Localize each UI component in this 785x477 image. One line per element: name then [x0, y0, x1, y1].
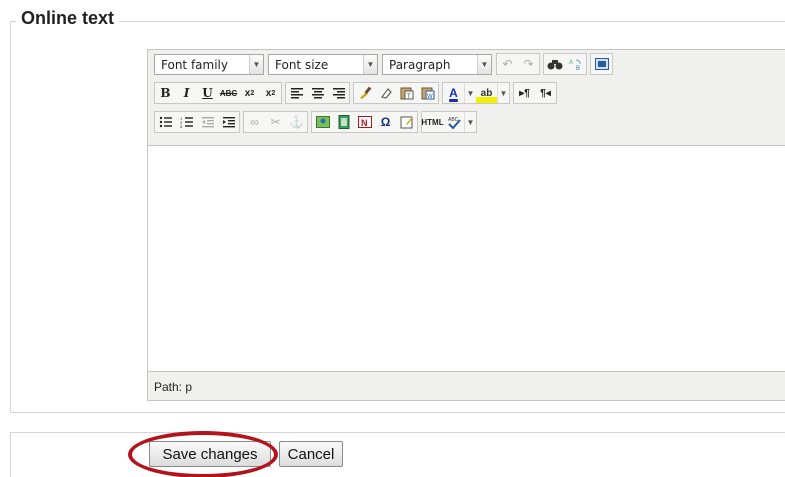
nonbreaking-icon[interactable]: N: [354, 112, 375, 132]
font-size-label: Font size: [275, 57, 329, 72]
svg-text:A: A: [569, 60, 573, 66]
replace-icon[interactable]: AB: [565, 54, 586, 74]
paste-word-icon[interactable]: W: [417, 83, 438, 103]
anchor-icon[interactable]: ⚓: [286, 112, 307, 132]
rtl-icon[interactable]: ¶◂: [535, 83, 556, 103]
italic-icon[interactable]: I: [176, 83, 197, 103]
spellcheck-icon[interactable]: ABC: [443, 112, 464, 132]
indent-icon[interactable]: [218, 112, 239, 132]
text-color-icon[interactable]: A: [443, 83, 464, 103]
superscript-icon[interactable]: x2: [260, 83, 281, 103]
cleanup-icon[interactable]: [354, 83, 375, 103]
font-family-label: Font family: [161, 57, 228, 72]
strikethrough-icon[interactable]: ABC: [218, 83, 239, 103]
format-label: Paragraph: [389, 57, 451, 72]
clipboard-group: T W: [353, 82, 439, 104]
font-size-select[interactable]: Font size ▼: [268, 53, 378, 75]
highlight-color-icon[interactable]: ab: [476, 83, 497, 103]
chevron-down-icon[interactable]: ▼: [497, 83, 509, 103]
svg-text:T: T: [407, 94, 411, 100]
svg-text:3: 3: [180, 124, 183, 128]
undo-redo-group: ↶ ↷: [496, 53, 540, 75]
format-select[interactable]: Paragraph ▼: [382, 53, 492, 75]
form-buttons-area: [10, 432, 785, 477]
font-family-select[interactable]: Font family ▼: [154, 53, 264, 75]
chevron-down-icon[interactable]: ▼: [464, 112, 476, 132]
svg-text:B: B: [576, 66, 580, 71]
page: { "section": { "legend": "Online text" }…: [0, 0, 785, 477]
chevron-down-icon: ▼: [363, 54, 377, 74]
special-char-icon[interactable]: Ω: [375, 112, 396, 132]
rich-text-editor: Font family ▼ Font size ▼ Paragraph ▼ ↶ …: [147, 49, 785, 401]
unlink-icon[interactable]: ✂: [265, 112, 286, 132]
chevron-down-icon: ▼: [477, 54, 491, 74]
svg-text:N: N: [361, 118, 368, 128]
html-icon[interactable]: HTML: [421, 112, 443, 132]
editor-status-path: Path: p: [154, 380, 193, 394]
toolbar-row-1: Font family ▼ Font size ▼ Paragraph ▼ ↶ …: [154, 53, 616, 75]
ltr-icon[interactable]: ▸¶: [514, 83, 535, 103]
highlight-ellipse: [128, 431, 278, 477]
link-icon[interactable]: ∞: [244, 112, 265, 132]
link-group: ∞ ✂ ⚓: [243, 111, 308, 133]
cancel-button[interactable]: Cancel: [279, 441, 343, 467]
bullet-list-icon[interactable]: [155, 112, 176, 132]
remove-format-icon[interactable]: [375, 83, 396, 103]
fullscreen-icon[interactable]: [591, 54, 612, 74]
direction-group: ▸¶ ¶◂: [513, 82, 557, 104]
align-left-icon[interactable]: [286, 83, 307, 103]
paste-text-icon[interactable]: T: [396, 83, 417, 103]
find-icon[interactable]: [544, 54, 565, 74]
subscript-icon[interactable]: x2: [239, 83, 260, 103]
numbered-list-icon[interactable]: 123: [176, 112, 197, 132]
align-right-icon[interactable]: [328, 83, 349, 103]
html-spell-group: HTML ABC ▼: [421, 111, 477, 133]
editor-content-area[interactable]: [148, 145, 785, 372]
bold-icon[interactable]: B: [155, 83, 176, 103]
toolbar-row-2: B I U ABC x2 x2 T W A ▼ ab ▼ ▸¶ ¶◂: [154, 82, 560, 104]
list-group: 123: [154, 111, 240, 133]
alignment-group: [285, 82, 350, 104]
underline-icon[interactable]: U: [197, 83, 218, 103]
search-group: AB: [543, 53, 587, 75]
outdent-icon[interactable]: [197, 112, 218, 132]
undo-icon[interactable]: ↶: [497, 54, 518, 74]
media-icon[interactable]: [333, 112, 354, 132]
svg-text:W: W: [427, 94, 433, 100]
color-group: A ▼ ab ▼: [442, 82, 510, 104]
align-center-icon[interactable]: [307, 83, 328, 103]
redo-icon[interactable]: ↷: [518, 54, 539, 74]
chevron-down-icon: ▼: [249, 54, 263, 74]
edit-icon[interactable]: [396, 112, 417, 132]
section-legend: Online text: [16, 6, 120, 30]
text-style-group: B I U ABC x2 x2: [154, 82, 282, 104]
toolbar-row-3: 123 ∞ ✂ ⚓ N Ω HTML ABC ▼: [154, 111, 480, 133]
fullscreen-group: [590, 53, 613, 75]
image-icon[interactable]: [312, 112, 333, 132]
insert-group: N Ω: [311, 111, 418, 133]
chevron-down-icon[interactable]: ▼: [464, 83, 476, 103]
